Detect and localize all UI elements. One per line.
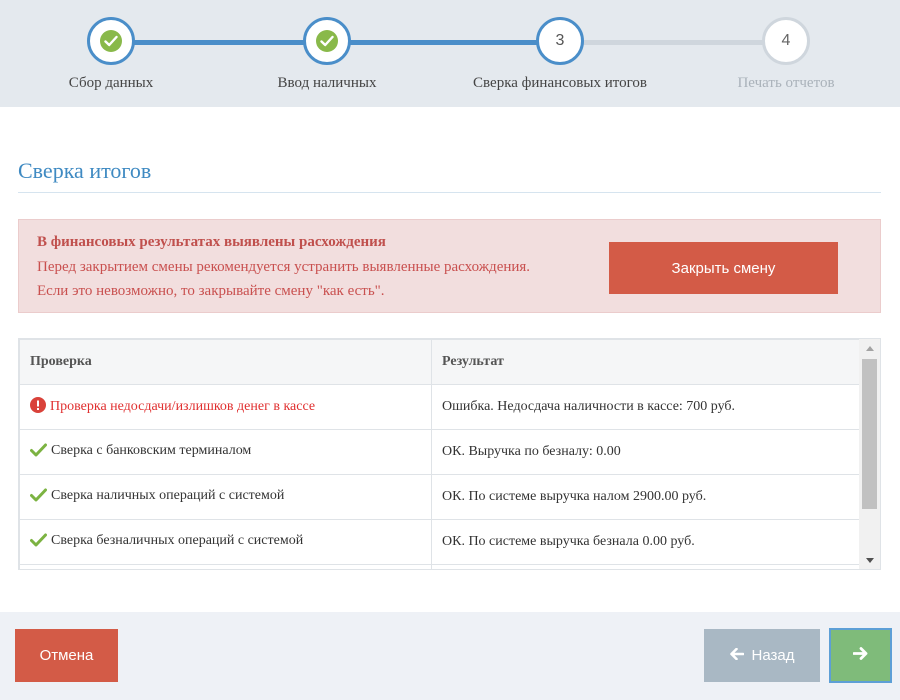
scroll-down-arrow-icon[interactable] — [859, 551, 880, 569]
table-row: Сверка наличных операций с системой ОК. … — [19, 474, 862, 520]
step-circle: 3 — [536, 17, 584, 65]
back-button[interactable]: Назад — [704, 629, 820, 682]
scrollbar-thumb[interactable] — [862, 359, 877, 509]
column-header-check: Проверка — [19, 339, 432, 385]
arrow-left-icon — [729, 647, 744, 664]
check-name: Сверка с банковским терминалом — [51, 442, 252, 458]
checkmark-icon — [30, 488, 47, 507]
table-header-row: Проверка Результат — [19, 339, 862, 385]
alert-message: Перед закрытием смены рекомендуется устр… — [37, 259, 531, 275]
step-circle — [303, 17, 351, 65]
check-name: Сверка безналичных операций с системой — [51, 532, 304, 548]
table-row: Сверка безналичных операций с системой О… — [19, 519, 862, 565]
checkmark-icon — [30, 533, 47, 552]
check-cell: Сверка безналичных операций с системой — [19, 519, 432, 565]
wizard-footer: Отмена Назад — [0, 612, 900, 700]
step-circle: 4 — [762, 17, 810, 65]
close-shift-button[interactable]: Закрыть смену — [609, 242, 838, 294]
next-button[interactable] — [829, 628, 892, 683]
check-cell: Сверка с банковским терминалом — [19, 429, 432, 475]
back-button-label: Назад — [751, 647, 795, 664]
step-number: 3 — [555, 32, 565, 49]
step-circle — [87, 17, 135, 65]
step-label: Печать отчетов — [737, 75, 835, 91]
checks-table: Проверка Результат Проверка недосдачи/из… — [19, 339, 862, 569]
alert-message: Если это невозможно, то закрывайте смену… — [37, 283, 385, 299]
check-cell: Сверка наличных операций с системой — [19, 474, 432, 520]
arrow-right-icon — [852, 647, 868, 664]
result-cell: ОК. По системе выручка безнала 0.00 руб. — [431, 519, 862, 565]
checkmark-icon — [100, 30, 122, 52]
table-row — [19, 564, 862, 569]
result-cell: ОК. Выручка по безналу: 0.00 — [431, 429, 862, 475]
check-name: Проверка недосдачи/излишков денег в касс… — [50, 398, 316, 414]
table-scrollbar[interactable] — [859, 339, 880, 569]
discrepancy-alert: В финансовых результатах выявлены расхож… — [18, 219, 881, 313]
step-label: Сбор данных — [68, 75, 154, 91]
checkmark-icon — [30, 443, 47, 462]
result-cell — [431, 564, 862, 569]
step-number: 4 — [781, 32, 791, 49]
table-row: Проверка недосдачи/излишков денег в касс… — [19, 384, 862, 430]
wizard-stepper: Сбор данных Ввод наличных 3 Сверка финан… — [0, 0, 900, 107]
checkmark-icon — [316, 30, 338, 52]
check-cell — [19, 564, 432, 569]
table-row: Сверка с банковским терминалом ОК. Выруч… — [19, 429, 862, 475]
check-cell: Проверка недосдачи/излишков денег в касс… — [19, 384, 432, 430]
stepper-remaining-line — [560, 40, 786, 45]
step-label: Сверка финансовых итогов — [473, 75, 647, 91]
section-title: Сверка итогов — [18, 158, 152, 183]
result-cell: ОК. По системе выручка налом 2900.00 руб… — [431, 474, 862, 520]
alert-title: В финансовых результатах выявлены расхож… — [37, 234, 386, 250]
section-divider — [18, 192, 881, 193]
step-label: Ввод наличных — [277, 75, 377, 91]
checks-table-container: Проверка Результат Проверка недосдачи/из… — [18, 338, 881, 570]
result-cell: Ошибка. Недосдача наличности в кассе: 70… — [431, 384, 862, 430]
exclamation-circle-icon — [30, 396, 46, 418]
check-name: Сверка наличных операций с системой — [51, 487, 285, 503]
column-header-result: Результат — [431, 339, 862, 385]
cancel-button[interactable]: Отмена — [15, 629, 118, 682]
scroll-up-arrow-icon[interactable] — [859, 339, 880, 357]
